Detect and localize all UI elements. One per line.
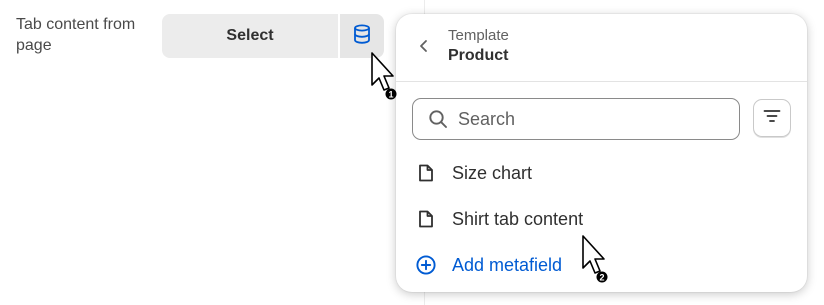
plus-circle-icon [415, 254, 437, 276]
back-button[interactable] [414, 38, 434, 58]
select-group: Select [162, 14, 386, 58]
popover-subtitle: Template [448, 27, 509, 44]
add-metafield-label: Add metafield [452, 254, 563, 275]
cursor-badge-2: 2 [596, 271, 608, 283]
list-item-label: Size chart [452, 162, 533, 183]
svg-text:2: 2 [599, 273, 604, 283]
select-button[interactable]: Select [162, 14, 338, 58]
popover-header: Template Product [396, 14, 807, 82]
field-label: Tab content from page [16, 16, 136, 54]
list-item-label: Shirt tab content [452, 208, 584, 229]
cursor-badge-1: 1 [385, 88, 397, 100]
mouse-cursor-2: 2 [580, 235, 614, 283]
search-input[interactable] [458, 108, 728, 130]
page-icon [415, 162, 437, 184]
search-icon [427, 108, 449, 130]
page-icon [415, 208, 437, 230]
chevron-left-icon [417, 39, 431, 58]
svg-text:1: 1 [388, 90, 393, 100]
popover-title: Product [448, 47, 509, 64]
filter-button[interactable] [753, 99, 791, 137]
search-field[interactable] [412, 98, 740, 140]
list-item-size-chart[interactable]: Size chart [396, 151, 807, 195]
mouse-cursor-1: 1 [369, 52, 403, 100]
filter-icon [763, 108, 781, 129]
database-icon [351, 23, 373, 50]
